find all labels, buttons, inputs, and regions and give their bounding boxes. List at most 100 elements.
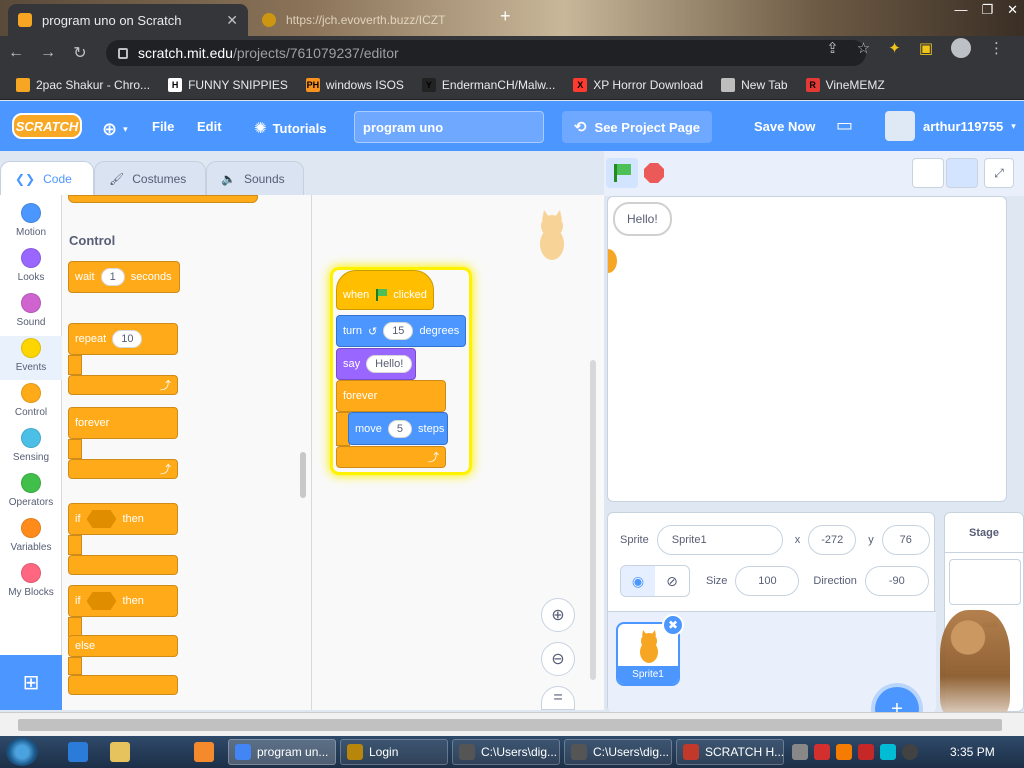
- category-control[interactable]: Control: [0, 381, 62, 425]
- project-title-input[interactable]: program uno: [354, 111, 544, 143]
- stage-canvas[interactable]: Hello!: [607, 196, 1007, 502]
- turn-block[interactable]: turn ↺ 15 degrees: [336, 315, 466, 347]
- if-else-block[interactable]: if then: [68, 585, 178, 617]
- taskbar-task[interactable]: SCRATCH H...: [676, 739, 784, 765]
- stage-thumbnail[interactable]: [949, 559, 1021, 605]
- extensions-puzzle-icon[interactable]: ✦: [888, 39, 901, 57]
- explorer-folder-icon[interactable]: [110, 742, 130, 762]
- boolean-slot[interactable]: [86, 510, 117, 528]
- maximize-icon[interactable]: ❐: [981, 2, 993, 18]
- palette-scrollbar[interactable]: [300, 452, 306, 498]
- tray-v-icon[interactable]: [814, 744, 830, 760]
- bookmark-item[interactable]: X XP Horror Download: [573, 77, 703, 92]
- repeat-block[interactable]: repeat 10: [68, 323, 178, 355]
- page-horizontal-scrollbar[interactable]: [0, 712, 1024, 736]
- bookmark-star-icon[interactable]: ☆: [857, 39, 870, 57]
- bookmark-item[interactable]: Y EndermanCH/Malw...: [421, 77, 555, 92]
- browser-tab-inactive[interactable]: https://jch.evoverth.buzz/ICZT: [252, 6, 492, 34]
- address-bar[interactable]: scratch.mit.edu/projects/761079237/edito…: [106, 40, 866, 66]
- more-menu-icon[interactable]: ⋮: [989, 39, 1004, 57]
- category-variables[interactable]: Variables: [0, 516, 62, 560]
- see-project-page-button[interactable]: ⟲ See Project Page: [562, 111, 712, 143]
- palette-block-partial[interactable]: [68, 195, 258, 203]
- edit-menu[interactable]: Edit: [197, 119, 222, 134]
- new-tab-plus-icon[interactable]: +: [500, 6, 511, 27]
- taskbar-clock[interactable]: 3:35 PM: [950, 745, 995, 759]
- category-events[interactable]: Events: [0, 336, 62, 380]
- forever-loop-block[interactable]: forever: [336, 380, 446, 412]
- zoom-in-icon[interactable]: ⊕: [541, 598, 575, 632]
- category-my-blocks[interactable]: My Blocks: [0, 561, 62, 605]
- taskbar-task[interactable]: Login: [340, 739, 448, 765]
- if-then-block[interactable]: if then: [68, 503, 178, 535]
- sidepanel-icon[interactable]: ▣: [919, 39, 933, 57]
- size-input[interactable]: 100: [735, 566, 800, 596]
- say-block[interactable]: say Hello!: [336, 348, 416, 380]
- tab-code[interactable]: ❮❯ Code: [0, 161, 94, 195]
- start-orb-icon[interactable]: [6, 738, 38, 766]
- add-extension-button[interactable]: ⊞: [0, 655, 62, 710]
- share-icon[interactable]: ⇪: [826, 39, 839, 57]
- category-operators[interactable]: Operators: [0, 471, 62, 515]
- x-input[interactable]: -272: [808, 525, 857, 555]
- green-flag-button[interactable]: [606, 158, 638, 188]
- tray-flag-icon[interactable]: [858, 744, 874, 760]
- turn-degrees-input[interactable]: 15: [383, 322, 414, 340]
- close-icon[interactable]: ✕: [226, 12, 238, 29]
- stop-sign-icon[interactable]: [644, 163, 664, 183]
- category-sensing[interactable]: Sensing: [0, 426, 62, 470]
- script-area-scrollbar[interactable]: [590, 360, 596, 680]
- tutorials-button[interactable]: ✺ Tutorials: [254, 119, 327, 137]
- scratch-logo[interactable]: SCRATCH: [12, 113, 82, 139]
- say-text-input[interactable]: Hello!: [366, 355, 413, 373]
- forever-block[interactable]: forever: [68, 407, 178, 439]
- bookmark-item[interactable]: PH windows ISOS: [305, 77, 404, 92]
- bookmark-item[interactable]: 2pac Shakur - Chro...: [16, 77, 150, 92]
- category-looks[interactable]: Looks: [0, 246, 62, 290]
- lock-icon[interactable]: [118, 47, 128, 59]
- normal-stage-button[interactable]: [946, 158, 978, 188]
- my-stuff-folder-icon[interactable]: ▭: [836, 115, 853, 136]
- bookmark-item[interactable]: R VineMEMZ: [805, 77, 885, 92]
- taskbar-task[interactable]: C:\Users\dig...: [452, 739, 560, 765]
- taskbar-task[interactable]: C:\Users\dig...: [564, 739, 672, 765]
- zoom-out-icon[interactable]: ⊖: [541, 642, 575, 676]
- tray-search-icon[interactable]: [836, 744, 852, 760]
- window-close-icon[interactable]: ✕: [1007, 2, 1018, 18]
- forward-arrow-icon[interactable]: →: [32, 44, 64, 62]
- save-now-button[interactable]: Save Now: [754, 119, 815, 134]
- repeat-count-input[interactable]: 10: [112, 330, 143, 348]
- ie-icon[interactable]: [68, 742, 88, 762]
- tray-volume-icon[interactable]: [902, 744, 918, 760]
- tray-app-icon[interactable]: [792, 744, 808, 760]
- app-pinned-icon[interactable]: [194, 742, 214, 762]
- bookmark-item[interactable]: H FUNNY SNIPPIES: [168, 77, 288, 92]
- delete-sprite-trash-icon[interactable]: ✖: [662, 614, 684, 636]
- boolean-slot[interactable]: [86, 592, 117, 610]
- sprite-name-input[interactable]: Sprite1: [656, 525, 783, 555]
- back-arrow-icon[interactable]: ←: [0, 44, 32, 62]
- file-menu[interactable]: File: [152, 119, 174, 134]
- taskbar-task[interactable]: program un...: [228, 739, 336, 765]
- horizontal-scroll-thumb[interactable]: [18, 719, 1002, 731]
- when-flag-clicked-block[interactable]: when clicked: [336, 270, 434, 310]
- wait-seconds-input[interactable]: 1: [100, 268, 125, 286]
- tray-monitor-icon[interactable]: [880, 744, 896, 760]
- category-sound[interactable]: Sound: [0, 291, 62, 335]
- reload-icon[interactable]: ↻: [64, 43, 96, 63]
- wait-block[interactable]: wait 1 seconds: [68, 261, 180, 293]
- tab-sounds[interactable]: 🔈 Sounds: [206, 161, 304, 195]
- account-menu[interactable]: arthur119755 ▾: [885, 111, 1016, 141]
- move-steps-input[interactable]: 5: [387, 419, 413, 438]
- eye-hidden-icon[interactable]: ⊘: [655, 566, 689, 596]
- direction-input[interactable]: -90: [864, 566, 929, 596]
- bookmark-item[interactable]: New Tab: [721, 77, 788, 92]
- fullscreen-icon[interactable]: ⤢: [984, 158, 1014, 188]
- language-globe-icon[interactable]: ⊕ ▾: [102, 119, 128, 140]
- small-stage-button[interactable]: [912, 158, 944, 188]
- y-input[interactable]: 76: [881, 525, 930, 555]
- eye-icon[interactable]: ◉: [621, 566, 655, 596]
- minimize-icon[interactable]: —: [954, 2, 967, 18]
- tab-costumes[interactable]: 🖌 Costumes: [94, 161, 206, 195]
- profile-avatar-icon[interactable]: [951, 38, 971, 58]
